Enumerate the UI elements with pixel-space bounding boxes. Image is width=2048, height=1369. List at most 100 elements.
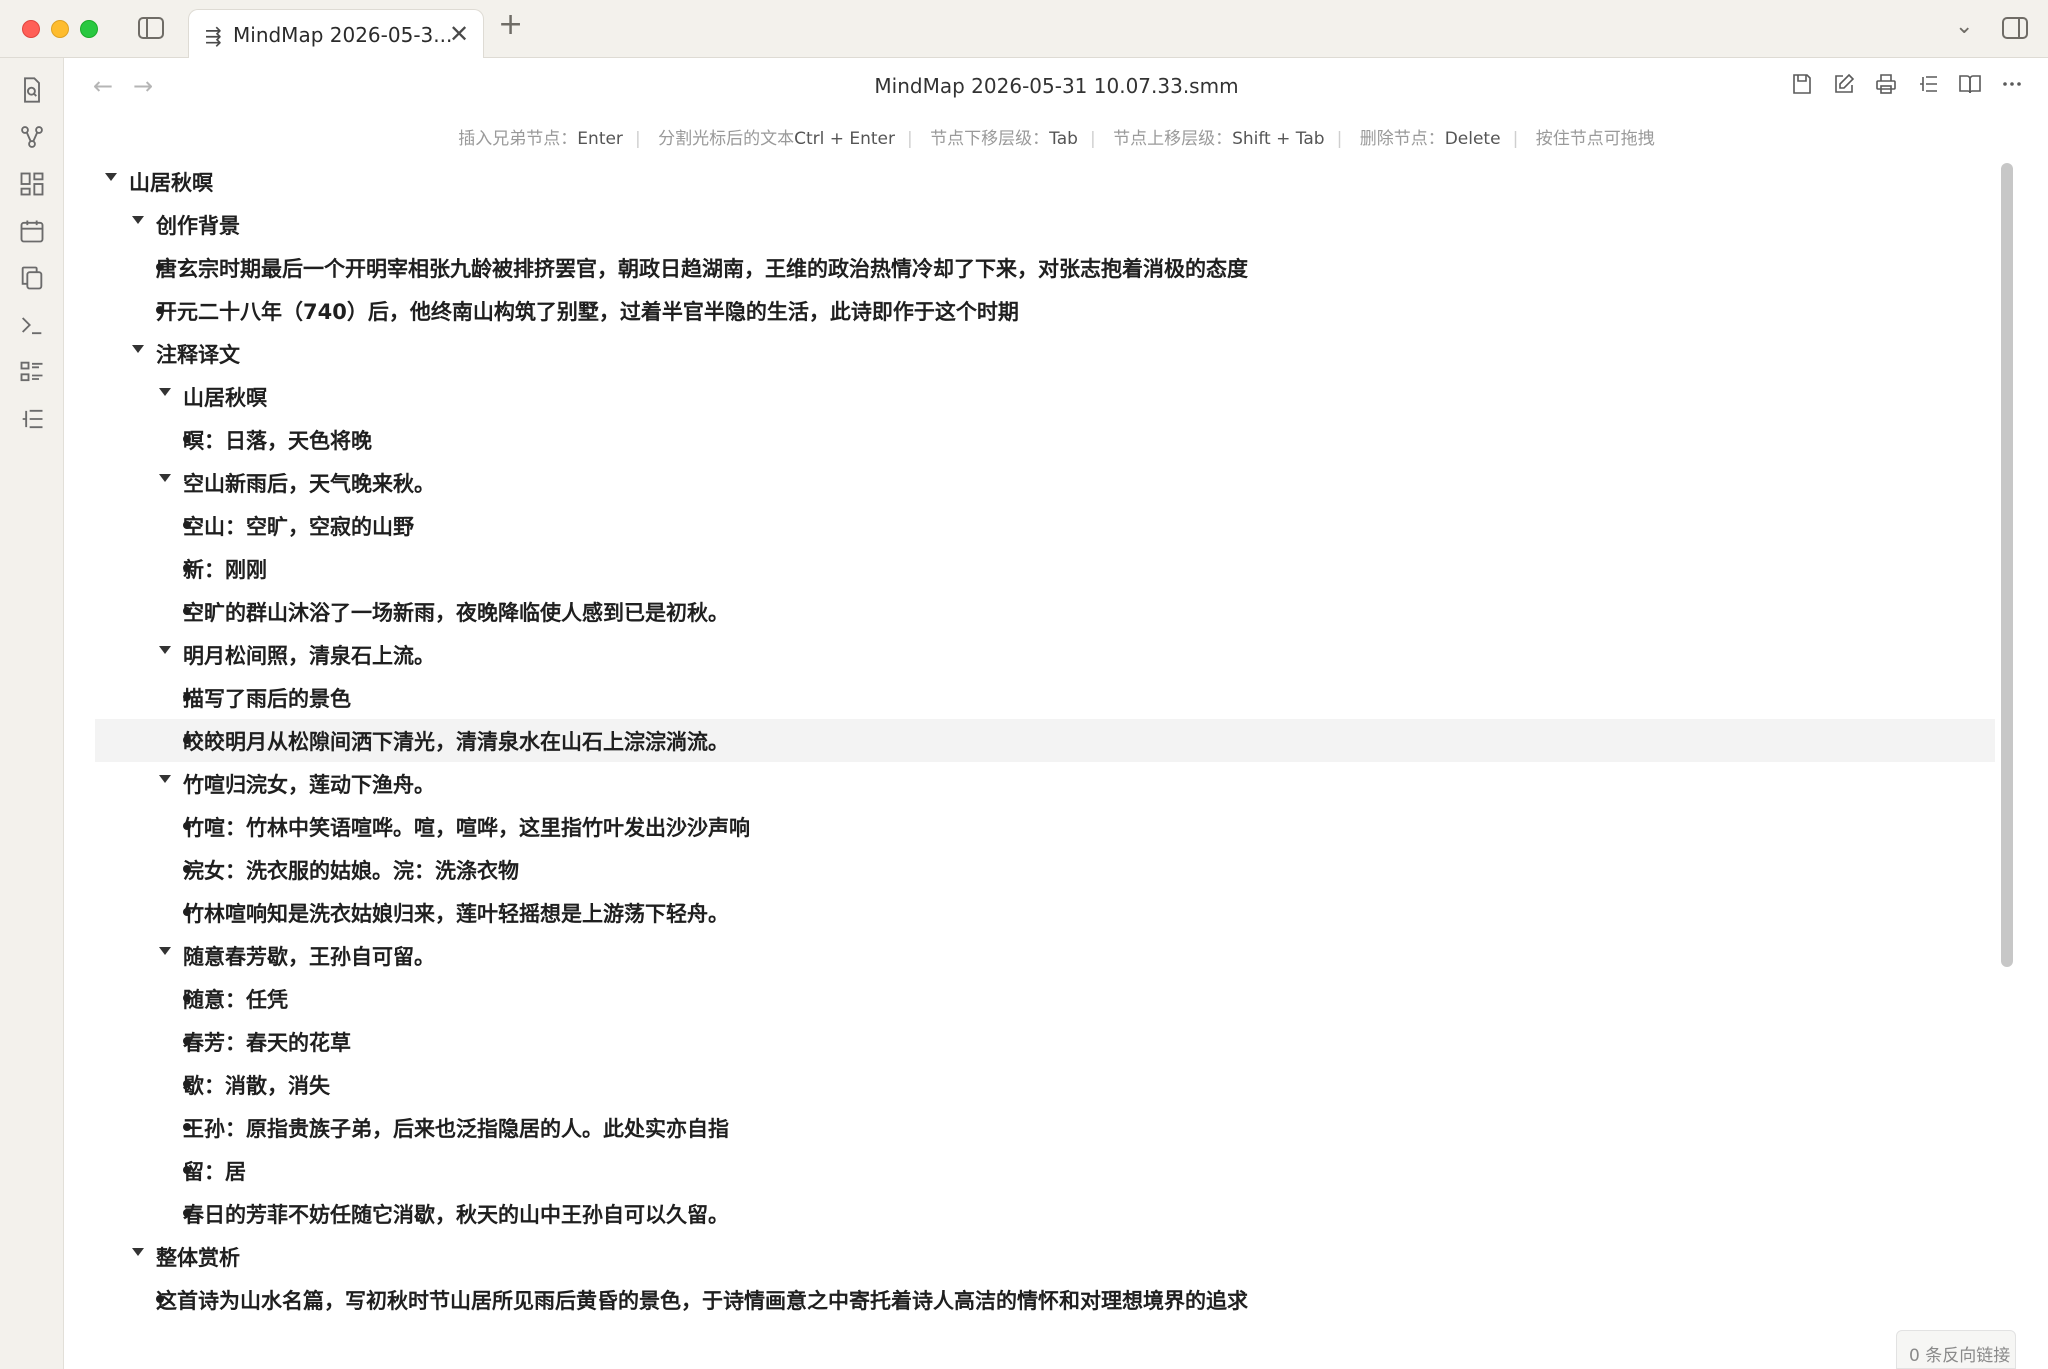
outline-label[interactable]: 空旷的群山沐浴了一场新雨，夜晚降临使人感到已是初秋。 [183, 597, 729, 627]
tab-close-icon[interactable]: ✕ [449, 20, 469, 48]
outline-node[interactable]: 空山新雨后，天气晚来秋。 [65, 461, 1995, 504]
outline-item[interactable]: 王孙：原指贵族子弟，后来也泛指隐居的人。此处实亦自指 [65, 1106, 1995, 1149]
caret-down-icon[interactable] [159, 388, 171, 396]
hint-delete-key: Delete [1444, 129, 1501, 149]
outline-label[interactable]: 随意春芳歇，王孙自可留。 [183, 941, 435, 971]
view-header: ← → MindMap 2026-05-31 10.07.33.smm [65, 58, 2048, 116]
chevron-down-icon[interactable]: ⌄ [1955, 14, 1973, 39]
caret-down-icon[interactable] [132, 216, 144, 224]
outline-node[interactable]: 山居秋暝 [65, 375, 1995, 418]
tab-title: MindMap 2026-05-3... [233, 23, 453, 47]
hint-delete-label: 删除节点： [1359, 129, 1445, 149]
outline-label[interactable]: 注释译文 [156, 339, 240, 369]
outline-node[interactable]: 随意春芳歇，王孙自可留。 [65, 934, 1995, 977]
outline-item[interactable]: 竹喧：竹林中笑语喧哗。喧，喧哗，这里指竹叶发出沙沙声响 [65, 805, 1995, 848]
outline-label[interactable]: 暝：日落，天色将晚 [183, 425, 372, 455]
outline-view-icon[interactable] [1916, 72, 1940, 96]
outline-item[interactable]: 随意：任凭 [65, 977, 1995, 1020]
terminal-icon[interactable] [18, 311, 46, 339]
book-icon[interactable] [1958, 72, 1982, 96]
outline-item[interactable]: 描写了雨后的景色 [65, 676, 1995, 719]
graph-icon[interactable] [18, 123, 46, 151]
view-title[interactable]: MindMap 2026-05-31 10.07.33.smm [65, 74, 2048, 98]
outline-label[interactable]: 山居秋暝 [183, 382, 267, 412]
outline-node[interactable]: 创作背景 [65, 203, 1995, 246]
more-icon[interactable] [2000, 72, 2024, 96]
outline-item[interactable]: 开元二十八年（740）后，他终南山构筑了别墅，过着半官半隐的生活，此诗即作于这个… [65, 289, 1995, 332]
outline-label[interactable]: 歇：消散，消失 [183, 1070, 330, 1100]
hint-insert-sibling-label: 插入兄弟节点： [458, 129, 578, 149]
outline-label[interactable]: 山居秋暝 [129, 167, 213, 197]
outline-item[interactable]: 皎皎明月从松隙间洒下清光，清清泉水在山石上淙淙淌流。 [95, 719, 1995, 762]
outline-label[interactable]: 明月松间照，清泉石上流。 [183, 640, 435, 670]
ribbon [0, 58, 64, 1369]
outline-label[interactable]: 创作背景 [156, 210, 240, 240]
outline-label[interactable]: 浣女：洗衣服的姑娘。浣：洗涤衣物 [183, 855, 519, 885]
hint-drag-label: 按住节点可拖拽 [1535, 129, 1655, 149]
caret-down-icon[interactable] [159, 474, 171, 482]
file-search-icon[interactable] [18, 76, 46, 104]
calendar-icon[interactable] [18, 217, 46, 245]
right-sidebar-toggle-icon[interactable] [2002, 17, 2028, 39]
print-icon[interactable] [1874, 72, 1898, 96]
outline-item[interactable]: 暝：日落，天色将晚 [65, 418, 1995, 461]
outline-label[interactable]: 随意：任凭 [183, 984, 288, 1014]
copy-icon[interactable] [18, 264, 46, 292]
outline-label[interactable]: 春芳：春天的花草 [183, 1027, 351, 1057]
caret-down-icon[interactable] [159, 646, 171, 654]
outline-label[interactable]: 竹喧归浣女，莲动下渔舟。 [183, 769, 435, 799]
outline-node[interactable]: 竹喧归浣女，莲动下渔舟。 [65, 762, 1995, 805]
outline-node[interactable]: 整体赏析 [65, 1235, 1995, 1278]
outline-item[interactable]: 空旷的群山沐浴了一场新雨，夜晚降临使人感到已是初秋。 [65, 590, 1995, 633]
outline-label[interactable]: 皎皎明月从松隙间洒下清光，清清泉水在山石上淙淙淌流。 [183, 726, 729, 756]
hint-split-text-label: 分割光标后的文本 [658, 129, 795, 149]
window-minimize-button[interactable] [51, 20, 69, 38]
outline-label[interactable]: 开元二十八年（740）后，他终南山构筑了别墅，过着半官半隐的生活，此诗即作于这个… [156, 296, 1019, 326]
outline-label[interactable]: 唐玄宗时期最后一个开明宰相张九龄被排挤罢官，朝政日趋湖南，王维的政治热情冷却了下… [156, 253, 1248, 283]
view-actions [1790, 72, 2024, 96]
outline-item[interactable]: 春日的芳菲不妨任随它消歇，秋天的山中王孙自可以久留。 [65, 1192, 1995, 1235]
outline-label[interactable]: 王孙：原指贵族子弟，后来也泛指隐居的人。此处实亦自指 [183, 1113, 729, 1143]
outline-item[interactable]: 歇：消散，消失 [65, 1063, 1995, 1106]
outline-label[interactable]: 整体赏析 [156, 1242, 240, 1272]
outline-item[interactable]: 唐玄宗时期最后一个开明宰相张九龄被排挤罢官，朝政日趋湖南，王维的政治热情冷却了下… [65, 246, 1995, 289]
outline-label[interactable]: 新：刚刚 [183, 554, 267, 584]
caret-down-icon[interactable] [132, 1248, 144, 1256]
outline-label[interactable]: 竹喧：竹林中笑语喧哗。喧，喧哗，这里指竹叶发出沙沙声响 [183, 812, 750, 842]
outline-label[interactable]: 空山：空旷，空寂的山野 [183, 511, 414, 541]
new-tab-icon[interactable]: + [498, 10, 523, 40]
outline-item[interactable]: 春芳：春天的花草 [65, 1020, 1995, 1063]
caret-down-icon[interactable] [132, 345, 144, 353]
outline-label[interactable]: 竹林喧响知是洗衣姑娘归来，莲叶轻摇想是上游荡下轻舟。 [183, 898, 729, 928]
outline-item[interactable]: 这首诗为山水名篇，写初秋时节山居所见雨后黄昏的景色，于诗情画意之中寄托着诗人高洁… [65, 1278, 1995, 1321]
window-close-button[interactable] [22, 20, 40, 38]
outline-label[interactable]: 空山新雨后，天气晚来秋。 [183, 468, 435, 498]
sidebar-toggle-icon[interactable] [138, 17, 164, 39]
outline-node[interactable]: 注释译文 [65, 332, 1995, 375]
outline-label[interactable]: 描写了雨后的景色 [183, 683, 351, 713]
mindmap-tab-icon: ⇶ [205, 24, 222, 48]
scrollbar[interactable] [2001, 163, 2013, 967]
save-icon[interactable] [1790, 72, 1814, 96]
outline-node[interactable]: 明月松间照，清泉石上流。 [65, 633, 1995, 676]
window-maximize-button[interactable] [80, 20, 98, 38]
outline-icon[interactable] [18, 358, 46, 386]
caret-down-icon[interactable] [105, 173, 117, 181]
mindmap-outline-icon[interactable] [18, 405, 46, 433]
outline-item[interactable]: 留：居 [65, 1149, 1995, 1192]
edit-icon[interactable] [1832, 72, 1856, 96]
outline-item[interactable]: 浣女：洗衣服的姑娘。浣：洗涤衣物 [65, 848, 1995, 891]
outline-item[interactable]: 竹林喧响知是洗衣姑娘归来，莲叶轻摇想是上游荡下轻舟。 [65, 891, 1995, 934]
shortcut-hints: 插入兄弟节点：Enter | 分割光标后的文本Ctrl + Enter | 节点下移… [458, 129, 1655, 149]
caret-down-icon[interactable] [159, 775, 171, 783]
tab-mindmap[interactable]: ⇶ MindMap 2026-05-3... ✕ [188, 9, 484, 59]
outline-node[interactable]: 山居秋暝 [65, 160, 1995, 203]
outline-label[interactable]: 留：居 [183, 1156, 246, 1186]
caret-down-icon[interactable] [159, 947, 171, 955]
outline-label[interactable]: 春日的芳菲不妨任随它消歇，秋天的山中王孙自可以久留。 [183, 1199, 729, 1229]
outline-item[interactable]: 空山：空旷，空寂的山野 [65, 504, 1995, 547]
dashboard-icon[interactable] [18, 170, 46, 198]
outline-label[interactable]: 这首诗为山水名篇，写初秋时节山居所见雨后黄昏的景色，于诗情画意之中寄托着诗人高洁… [156, 1285, 1248, 1315]
outline-item[interactable]: 新：刚刚 [65, 547, 1995, 590]
backlinks-status[interactable]: 0 条反向链接 [1896, 1330, 2016, 1369]
